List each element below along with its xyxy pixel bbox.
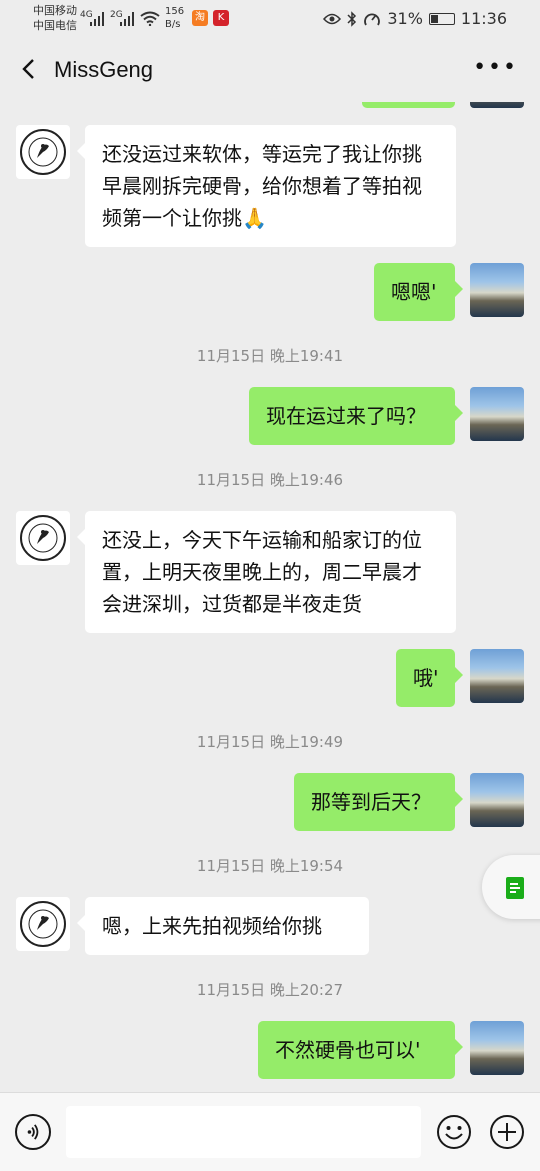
more-options-icon[interactable]: •••	[473, 55, 518, 80]
battery-level	[430, 14, 438, 23]
incoming-message-bubble[interactable]: 嗯，上来先拍视频给你挑	[77, 897, 369, 955]
timestamp: 11月15日 晚上19:46	[196, 471, 344, 489]
status-time: 11:36	[460, 9, 507, 28]
wifi-icon	[140, 11, 160, 26]
message-list[interactable]: 还没运过来软体，等运完了我让你挑早晨刚拆完硬骨，给你想着了等拍视频第一个让你挑🙏…	[0, 102, 540, 1092]
document-icon	[506, 877, 524, 899]
voice-icon[interactable]	[15, 1114, 51, 1150]
outgoing-message-bubble[interactable]: 那等到后天？	[294, 773, 463, 831]
timestamp: 11月15日 晚上19:54	[196, 857, 344, 875]
contact-avatar[interactable]	[16, 125, 70, 179]
status-bar: 中国移动 中国电信 4G 2G 156 B/s 淘 K 31% 11:36	[0, 0, 540, 38]
my-avatar[interactable]	[470, 102, 524, 108]
plus-icon[interactable]	[489, 1114, 525, 1150]
speed-unit: B/s	[165, 19, 181, 30]
battery-percent: 31%	[387, 9, 423, 28]
my-avatar[interactable]	[470, 263, 524, 317]
speed-value: 156	[165, 6, 185, 17]
chat-header: MissGeng •••	[0, 38, 540, 102]
carrier-2: 中国电信	[33, 19, 77, 32]
outgoing-message-bubble[interactable]: 现在运过来了吗？	[249, 387, 463, 445]
network-speed: 156 B/s	[165, 5, 184, 31]
previous-message-fragment	[362, 102, 455, 108]
my-avatar[interactable]	[470, 1021, 524, 1075]
message-input[interactable]	[66, 1106, 421, 1158]
my-avatar[interactable]	[470, 387, 524, 441]
battery-icon	[428, 12, 455, 25]
app-notification-icon: K	[213, 10, 229, 26]
eye-icon	[323, 13, 342, 24]
chat-title: MissGeng	[54, 57, 154, 82]
chevron-left-icon[interactable]	[14, 54, 44, 84]
signal-icon	[90, 12, 104, 26]
status-right: 31% 11:36	[323, 9, 507, 28]
my-avatar[interactable]	[470, 649, 524, 703]
bluetooth-icon	[347, 10, 357, 27]
timestamp: 11月15日 晚上19:41	[196, 347, 344, 365]
timestamp: 11月15日 晚上19:49	[196, 733, 344, 751]
data-saver-icon	[364, 13, 381, 25]
incoming-message-bubble[interactable]: 还没运过来软体，等运完了我让你挑早晨刚拆完硬骨，给你想着了等拍视频第一个让你挑🙏	[77, 125, 456, 247]
floating-document-button[interactable]	[482, 855, 540, 919]
emoji-icon[interactable]	[436, 1114, 472, 1150]
contact-avatar[interactable]	[16, 897, 70, 951]
contact-avatar[interactable]	[16, 511, 70, 565]
carrier-labels: 中国移动 中国电信	[33, 3, 77, 33]
my-avatar[interactable]	[470, 773, 524, 827]
outgoing-message-bubble[interactable]: 嗯嗯'	[374, 263, 463, 321]
taobao-icon: 淘	[192, 10, 208, 26]
outgoing-message-bubble[interactable]: 哦'	[396, 649, 463, 707]
timestamp: 11月15日 晚上20:27	[196, 981, 344, 999]
carrier-1: 中国移动	[33, 4, 77, 17]
input-bar	[0, 1092, 540, 1171]
incoming-message-bubble[interactable]: 还没上，今天下午运输和船家订的位置，上明天夜里晚上的，周二早晨才会进深圳，过货都…	[77, 511, 456, 633]
outgoing-message-bubble[interactable]: 不然硬骨也可以'	[258, 1021, 463, 1079]
signal-icon-2	[120, 12, 134, 26]
